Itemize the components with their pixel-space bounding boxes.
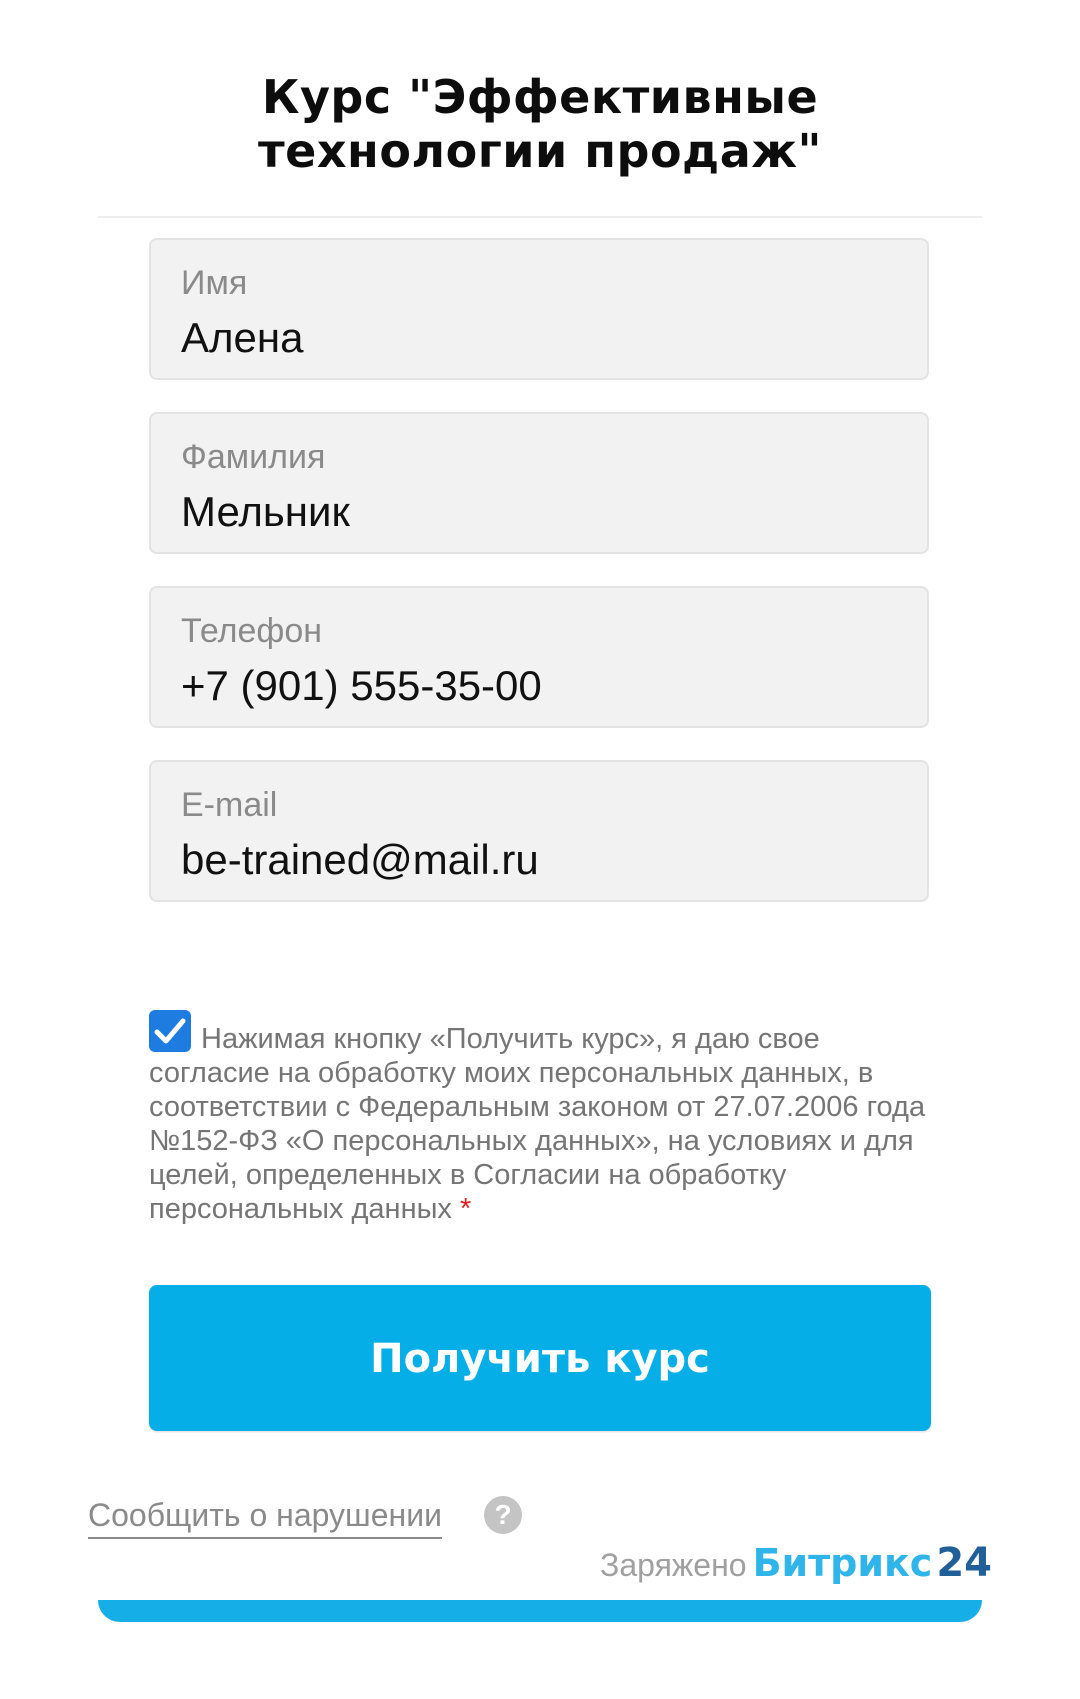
last-name-label: Фамилия [181, 438, 326, 476]
required-mark: * [460, 1193, 472, 1225]
powered-by[interactable]: Заряжено Битрикс 24 [600, 1540, 992, 1586]
phone-input[interactable] [181, 662, 881, 710]
email-input[interactable] [181, 836, 881, 884]
phone-field[interactable]: Телефон [149, 586, 929, 728]
last-name-input[interactable] [181, 488, 881, 536]
form-title-line-1: Курс "Эффективные [261, 70, 819, 124]
first-name-label: Имя [181, 264, 248, 302]
consent-checkbox[interactable] [149, 1010, 191, 1052]
consent-text: Нажимая кнопку «Получить курс», я даю св… [149, 1023, 926, 1225]
report-violation-link[interactable]: Сообщить о нарушении [88, 1495, 442, 1539]
first-name-field[interactable]: Имя [149, 238, 929, 380]
title-divider [98, 216, 982, 218]
first-name-input[interactable] [181, 314, 881, 362]
phone-label: Телефон [181, 612, 323, 650]
last-name-field[interactable]: Фамилия [149, 412, 929, 554]
consent-block: Нажимая кнопку «Получить курс», я даю св… [149, 1010, 939, 1226]
brand-number: 24 [936, 1540, 992, 1586]
powered-text: Заряжено [600, 1547, 747, 1583]
email-label: E-mail [181, 786, 278, 824]
form-title-line-2: технологии продаж" [258, 124, 822, 178]
form-card: Курс "Эффективные технологии продаж" Имя… [98, 0, 982, 1618]
brand-name: Битрикс [752, 1541, 933, 1585]
page: Курс "Эффективные технологии продаж" Имя… [0, 0, 1080, 1699]
email-field[interactable]: E-mail [149, 760, 929, 902]
checkmark-icon [154, 1018, 186, 1044]
card-bottom-bar [98, 1600, 982, 1622]
form-title: Курс "Эффективные технологии продаж" [98, 70, 982, 178]
question-circle-icon[interactable]: ? [484, 1496, 522, 1534]
get-course-button[interactable]: Получить курс [149, 1285, 931, 1431]
